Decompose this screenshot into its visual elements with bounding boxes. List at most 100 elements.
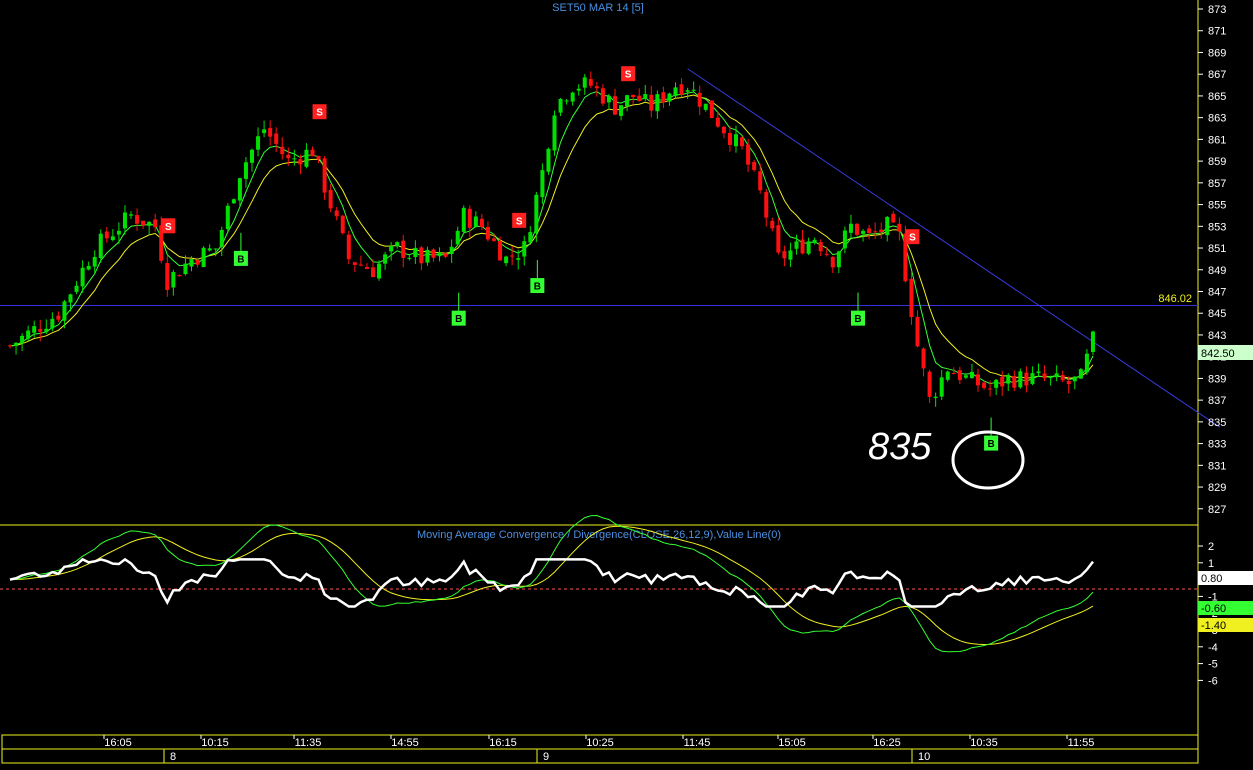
candle-body xyxy=(207,248,212,251)
candle-body xyxy=(292,158,297,160)
candle-body xyxy=(274,133,279,144)
candle-body xyxy=(352,262,357,265)
candle-body xyxy=(546,148,551,172)
candle-body xyxy=(177,275,182,277)
candle-body xyxy=(764,191,769,218)
candle-body xyxy=(552,115,557,151)
price-tick-label: 857 xyxy=(1208,178,1226,190)
candle-body xyxy=(141,220,146,226)
candle-body xyxy=(461,207,466,232)
candle-body xyxy=(824,253,829,255)
candle-body xyxy=(643,94,648,99)
price-tick-label: 851 xyxy=(1208,243,1226,255)
candle-body xyxy=(467,208,472,228)
candle-body xyxy=(746,144,751,165)
candle-body xyxy=(600,88,605,104)
macd-tick-label: 2 xyxy=(1208,541,1214,553)
candle-body xyxy=(395,242,400,247)
candle-body xyxy=(316,156,321,160)
candle-body xyxy=(812,239,817,244)
candle-body xyxy=(848,223,853,233)
candle-body xyxy=(606,95,611,103)
time-label: 11:35 xyxy=(295,737,322,749)
candle-body xyxy=(250,149,254,163)
candle-body xyxy=(909,279,914,318)
candle-body xyxy=(861,230,866,234)
candle-body xyxy=(576,88,581,91)
candle-body xyxy=(256,136,261,150)
chart-svg: 8278298318338358378398418438458478498518… xyxy=(0,0,1253,765)
candle-body xyxy=(1072,376,1077,382)
candle-body xyxy=(982,382,987,388)
signal-label: B xyxy=(854,314,861,325)
candle-body xyxy=(262,129,267,134)
candle-body xyxy=(1048,376,1053,378)
signal-label: B xyxy=(987,439,994,450)
candle-body xyxy=(419,247,424,264)
candle-body xyxy=(619,105,624,116)
signal-label: S xyxy=(516,216,523,227)
last-price-label: 842.50 xyxy=(1201,348,1235,360)
candle-body xyxy=(988,388,993,390)
candle-body xyxy=(364,266,369,269)
candle-body xyxy=(237,178,242,201)
price-tick-label: 865 xyxy=(1208,91,1226,103)
candle-body xyxy=(346,234,351,260)
candle-body xyxy=(879,229,884,232)
candle-body xyxy=(957,370,962,381)
candle-body xyxy=(921,348,926,369)
time-label: 16:25 xyxy=(873,737,901,749)
candle-body xyxy=(389,245,394,252)
candle-body xyxy=(655,94,660,112)
signal-label: B xyxy=(237,254,244,265)
candle-body xyxy=(322,158,327,193)
hline-value-label: 846.02 xyxy=(1158,293,1192,305)
candle-body xyxy=(153,219,158,228)
candle-body xyxy=(582,77,587,88)
candle-body xyxy=(558,98,563,113)
price-tick-label: 849 xyxy=(1208,265,1226,277)
candle-body xyxy=(649,94,654,111)
price-tick-label: 847 xyxy=(1208,286,1226,298)
price-tick-label: 827 xyxy=(1208,504,1226,516)
candle-body xyxy=(492,238,496,241)
candle-body xyxy=(951,373,956,375)
candle-body xyxy=(727,132,732,145)
signal-label: S xyxy=(165,222,172,233)
macd-tick-label: -4 xyxy=(1208,642,1218,654)
candle-body xyxy=(20,335,25,344)
candle-body xyxy=(38,329,43,332)
signal-label: S xyxy=(909,233,916,244)
candle-body xyxy=(183,263,188,275)
candle-body xyxy=(679,84,684,95)
candle-body xyxy=(588,79,593,86)
candle-body xyxy=(298,159,303,165)
candle-body xyxy=(945,371,950,380)
price-tick-label: 873 xyxy=(1208,4,1226,16)
candle-body xyxy=(110,236,115,241)
candle-body xyxy=(225,205,230,230)
candle-body xyxy=(788,250,793,260)
candle-body xyxy=(32,326,37,333)
candle-body xyxy=(8,345,12,347)
candle-body xyxy=(443,253,448,257)
candle-body xyxy=(1054,373,1059,378)
candle-body xyxy=(195,259,200,265)
time-label: 14:55 xyxy=(391,737,419,749)
date-label: 8 xyxy=(170,751,176,763)
candle-body xyxy=(594,86,599,89)
candle-body xyxy=(613,96,617,115)
candle-body xyxy=(86,266,91,270)
candle-body xyxy=(1012,375,1017,388)
candle-body xyxy=(758,171,763,191)
candle-body xyxy=(806,241,811,254)
candle-body xyxy=(818,242,823,252)
candle-body xyxy=(431,249,436,258)
candle-body xyxy=(328,189,333,209)
candle-body xyxy=(165,263,170,290)
candle-body xyxy=(455,230,460,245)
candle-body xyxy=(1084,353,1089,373)
candle-body xyxy=(528,232,533,243)
candle-body xyxy=(80,267,85,287)
price-tick-label: 837 xyxy=(1208,395,1226,407)
